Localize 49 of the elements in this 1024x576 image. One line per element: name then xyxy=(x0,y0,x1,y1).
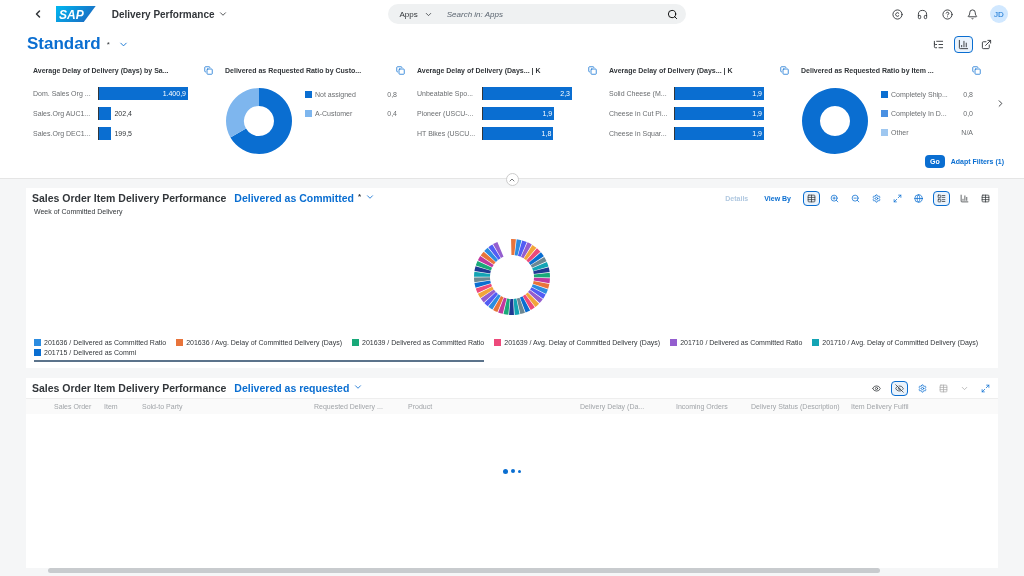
bar[interactable] xyxy=(99,107,112,120)
eye-icon[interactable] xyxy=(872,383,881,393)
chart-view-toggle[interactable] xyxy=(954,35,973,53)
tree-icon xyxy=(933,38,944,50)
user-avatar[interactable]: JD xyxy=(990,5,1008,23)
copy-icon[interactable] xyxy=(588,66,597,75)
chart-view-toggle[interactable] xyxy=(933,190,950,206)
donut-chart xyxy=(801,87,869,155)
fullscreen-icon[interactable] xyxy=(893,193,902,203)
search-icon[interactable] xyxy=(666,8,678,20)
help-icon[interactable] xyxy=(942,8,953,20)
panel-title: Sales Order Item Delivery Performance xyxy=(32,192,227,204)
copy-icon[interactable] xyxy=(396,66,405,75)
copyright-icon[interactable] xyxy=(892,8,903,20)
zoom-out-icon[interactable] xyxy=(851,193,860,203)
eye-off-icon xyxy=(895,383,904,393)
zoom-in-icon[interactable] xyxy=(830,193,839,203)
bar-chart-icon[interactable] xyxy=(960,193,969,203)
bar[interactable] xyxy=(99,127,112,140)
caret-icon xyxy=(353,382,364,392)
variant-title: Standard xyxy=(27,34,101,54)
caret-icon xyxy=(365,192,376,202)
list-icon xyxy=(937,193,946,203)
variant-select[interactable]: Delivered as Committed $^{*}$ xyxy=(234,192,376,204)
share-icon[interactable] xyxy=(981,38,992,50)
copy-icon[interactable] xyxy=(972,66,981,75)
search-scope-select[interactable]: Apps xyxy=(395,9,437,19)
bar-chart-icon xyxy=(958,38,969,50)
headset-icon[interactable] xyxy=(917,8,928,20)
app-title-menu[interactable]: Delivery Performance xyxy=(111,8,228,20)
fullscreen-icon[interactable] xyxy=(981,383,990,393)
grid-icon xyxy=(807,193,816,203)
caret-icon xyxy=(217,9,228,19)
globe-icon[interactable] xyxy=(914,193,923,203)
copy-icon[interactable] xyxy=(204,66,213,75)
variant-select[interactable]: Delivered as requested xyxy=(234,382,364,394)
hide-toggle[interactable] xyxy=(891,380,908,396)
notifications-icon[interactable] xyxy=(967,8,978,20)
donut-chart xyxy=(225,87,293,155)
settings-icon[interactable] xyxy=(872,193,881,203)
search-field[interactable]: Apps Search in: Apps xyxy=(387,4,686,24)
settings-icon[interactable] xyxy=(918,383,927,393)
copy-icon[interactable] xyxy=(780,66,789,75)
legend-toggle[interactable] xyxy=(803,190,820,206)
table-icon[interactable] xyxy=(981,193,990,203)
export-icon[interactable] xyxy=(939,383,948,393)
logo: SAP xyxy=(56,6,96,22)
modified-marker: * xyxy=(106,39,110,49)
panel-title: Sales Order Item Delivery Performance xyxy=(32,382,227,394)
